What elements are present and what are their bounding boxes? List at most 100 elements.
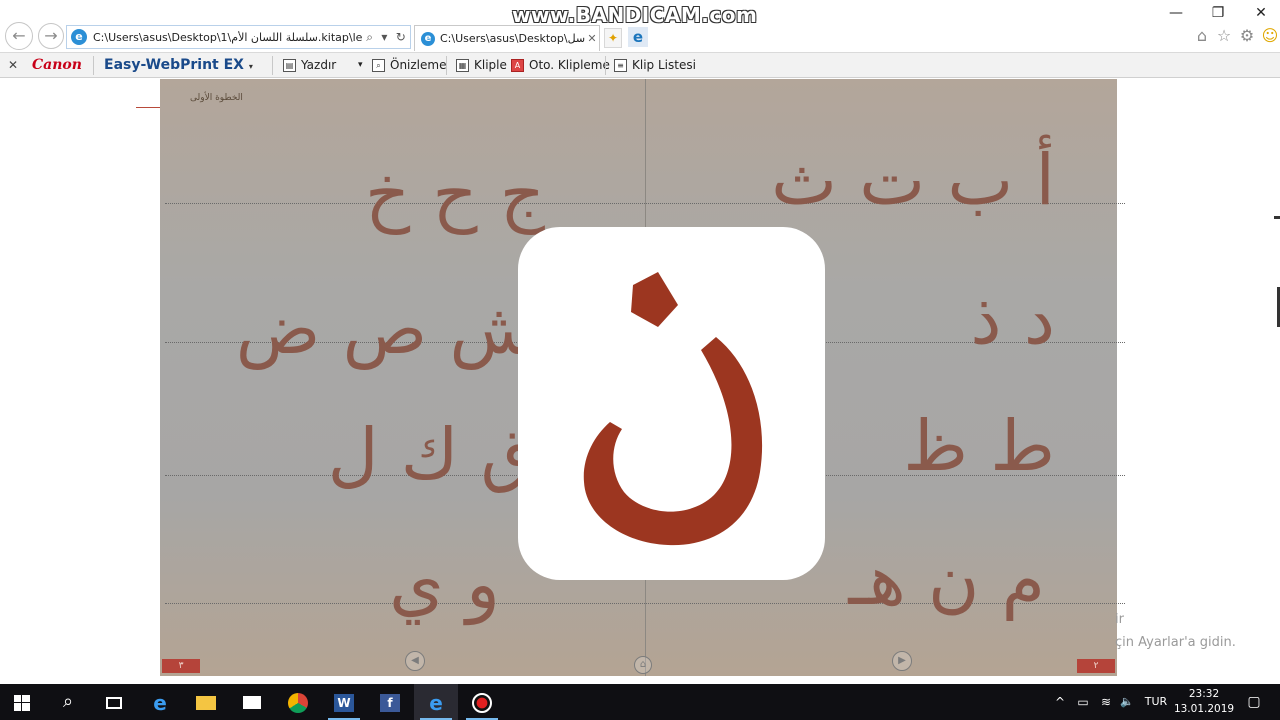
- clip-list-label: Klip Listesi: [632, 58, 696, 72]
- taskbar-clock[interactable]: 23:32 13.01.2019: [1172, 687, 1236, 717]
- next-page-icon[interactable]: ▶: [892, 651, 912, 671]
- browser-titlebar: ← → e C:\Users\asus\Desktop\1\سلسلة اللس…: [0, 0, 1280, 52]
- home-page-icon[interactable]: ⌂: [634, 656, 652, 674]
- network-icon[interactable]: ≋: [1097, 684, 1115, 720]
- search-icon[interactable]: ⌕: [366, 30, 373, 45]
- clip-list-button[interactable]: ≡ Klip Listesi: [614, 53, 696, 78]
- windows-taskbar: ⌕ e W f e ^ ▭ ≋ 🔈 TUR 23:32 13.01.2019 ▢: [0, 684, 1280, 720]
- clip-button[interactable]: ▦ Kliple: [456, 53, 507, 78]
- input-language[interactable]: TUR: [1142, 684, 1170, 720]
- letter-flashcard[interactable]: [518, 227, 825, 580]
- settings-icon[interactable]: ⚙: [1237, 26, 1257, 45]
- dropdown-caret-icon: ▾: [248, 62, 253, 71]
- back-arrow-icon: ←: [12, 26, 26, 45]
- letter-row: ش ص ض: [235, 288, 535, 370]
- tab-title: C:\Users\asus\Desktop\سل...: [440, 32, 585, 45]
- battery-icon[interactable]: ▭: [1074, 684, 1092, 720]
- refresh-icon[interactable]: ↻: [396, 30, 406, 45]
- printer-icon: ▤: [283, 59, 296, 72]
- toolbar-close-icon[interactable]: ✕: [8, 53, 18, 78]
- activation-notice-line1: ir: [1115, 612, 1124, 627]
- chrome-button[interactable]: [276, 684, 320, 720]
- word-icon: W: [334, 693, 354, 712]
- edge-icon: e: [153, 690, 167, 715]
- step-title: الخطوة الأولى: [190, 93, 243, 103]
- task-view-icon: [106, 696, 122, 709]
- toolbar-divider: [446, 56, 447, 75]
- letter-row: ج ح خ: [364, 153, 545, 235]
- clock-time: 23:32: [1188, 688, 1220, 700]
- forward-arrow-icon: →: [44, 26, 58, 45]
- page-content: الخطوة الأولى أ ب ت ث د ذ ط ظ م ن هـ ج ح…: [0, 79, 1280, 684]
- tray-overflow-icon[interactable]: ^: [1052, 684, 1068, 720]
- bandicam-button[interactable]: [460, 684, 504, 720]
- easy-webprint-label: Easy-WebPrint EX: [104, 57, 244, 73]
- page-number-left: ٣: [162, 659, 200, 673]
- toolbar-divider: [93, 56, 94, 75]
- ie-logo-icon: e: [628, 27, 648, 47]
- new-tab-button[interactable]: ✦: [604, 28, 622, 48]
- internet-explorer-button[interactable]: e: [414, 684, 458, 720]
- facebook-icon: f: [380, 693, 400, 712]
- home-icon[interactable]: ⌂: [1192, 26, 1212, 45]
- folder-icon: [196, 695, 216, 710]
- prev-page-icon[interactable]: ◀: [405, 651, 425, 671]
- volume-icon[interactable]: 🔈: [1118, 684, 1136, 720]
- internet-explorer-icon: e: [429, 690, 443, 715]
- notifications-icon[interactable]: ▢: [1244, 684, 1264, 720]
- preview-icon: ⌕: [372, 59, 385, 72]
- clip-icon: ▦: [456, 59, 469, 72]
- letter-row: ط ظ: [903, 405, 1055, 487]
- start-button[interactable]: [0, 684, 44, 720]
- address-url[interactable]: C:\Users\asus\Desktop\1\سلسلة اللسان الأ…: [93, 31, 362, 44]
- file-explorer-button[interactable]: [184, 684, 228, 720]
- clip-label: Kliple: [474, 58, 507, 72]
- restore-button[interactable]: ❐: [1198, 3, 1238, 23]
- auto-clip-label: Oto. Klipleme: [529, 58, 610, 72]
- bandicam-watermark: www.BANDICAM.com: [512, 3, 758, 27]
- task-view-button[interactable]: [92, 684, 136, 720]
- minimize-button[interactable]: —: [1156, 3, 1196, 23]
- back-button[interactable]: ←: [5, 22, 33, 50]
- search-button[interactable]: ⌕: [46, 684, 90, 720]
- scrollbar-marker[interactable]: [1274, 216, 1280, 219]
- letter-row: و ي: [389, 543, 500, 625]
- forward-button[interactable]: →: [38, 23, 64, 49]
- windows-logo-icon: [14, 694, 30, 711]
- record-icon: [472, 692, 492, 713]
- toolbar-divider: [605, 56, 606, 75]
- page-number-right: ٢: [1077, 659, 1115, 673]
- letter-row: د ذ: [970, 278, 1055, 360]
- print-dropdown-icon[interactable]: ▾: [358, 53, 363, 78]
- close-window-button[interactable]: ✕: [1241, 3, 1280, 23]
- word-button[interactable]: W: [322, 684, 366, 720]
- address-bar[interactable]: e C:\Users\asus\Desktop\1\سلسلة اللسان ا…: [66, 25, 411, 49]
- mail-button[interactable]: [230, 684, 274, 720]
- feedback-smiley-icon[interactable]: ☺: [1260, 26, 1280, 45]
- ie-favicon-icon: e: [421, 31, 435, 46]
- screen: ← → e C:\Users\asus\Desktop\1\سلسلة اللس…: [0, 0, 1280, 720]
- tab-close-icon[interactable]: ✕: [585, 32, 599, 45]
- ie-favicon-icon: e: [71, 29, 87, 45]
- favorites-icon[interactable]: ☆: [1214, 26, 1234, 45]
- search-icon: ⌕: [62, 691, 74, 712]
- facebook-button[interactable]: f: [368, 684, 412, 720]
- easy-webprint-menu[interactable]: Easy-WebPrint EX ▾: [104, 53, 253, 78]
- preview-button[interactable]: ⌕ Önizleme: [372, 53, 446, 78]
- letter-row: ق ك ل: [327, 413, 535, 495]
- print-button[interactable]: ▤ Yazdır: [283, 53, 336, 78]
- auto-clip-button[interactable]: A Oto. Klipleme: [511, 53, 610, 78]
- toolbar-divider: [272, 56, 273, 75]
- letter-row: أ ب ت ث: [771, 139, 1055, 221]
- edge-button[interactable]: e: [138, 684, 182, 720]
- webprint-toolbar: ✕ Canon Easy-WebPrint EX ▾ ▤ Yazdır ▾ ⌕ Ön…: [0, 52, 1280, 78]
- mail-icon: [243, 696, 261, 709]
- chrome-icon: [288, 692, 308, 713]
- address-dropdown-icon[interactable]: ▾: [381, 30, 387, 45]
- preview-label: Önizleme: [390, 58, 447, 72]
- print-label: Yazdır: [301, 58, 337, 72]
- browser-tab[interactable]: e C:\Users\asus\Desktop\سل... ✕: [414, 25, 600, 51]
- clip-list-icon: ≡: [614, 59, 627, 72]
- canon-logo: Canon: [32, 57, 82, 73]
- clock-date: 13.01.2019: [1173, 703, 1235, 715]
